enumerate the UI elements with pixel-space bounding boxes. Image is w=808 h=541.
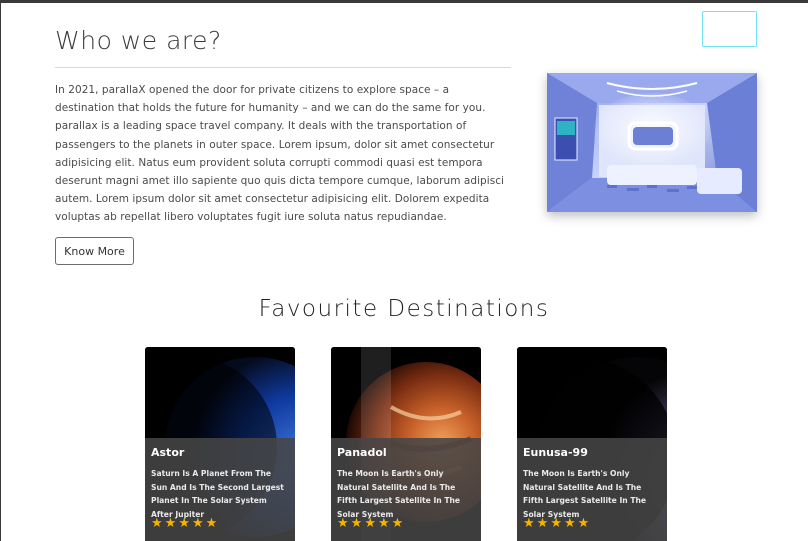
spaceship-interior-image xyxy=(547,73,757,212)
star-icon: ★ xyxy=(563,516,576,531)
star-rating: ★ ★ ★ ★ ★ xyxy=(151,517,217,530)
star-rating: ★ ★ ★ ★ ★ xyxy=(337,517,403,530)
card-title: Astor xyxy=(151,446,185,459)
star-icon: ★ xyxy=(391,516,404,531)
card-description: Saturn Is A Planet From The Sun And Is T… xyxy=(151,469,284,519)
know-more-button[interactable]: Know More xyxy=(55,237,134,265)
star-icon: ★ xyxy=(536,516,549,531)
about-paragraph: In 2021, parallaX opened the door for pr… xyxy=(55,84,505,224)
star-rating: ★ ★ ★ ★ ★ xyxy=(523,517,589,530)
star-icon: ★ xyxy=(164,516,177,531)
card-title: Eunusa-99 xyxy=(523,446,588,459)
star-icon: ★ xyxy=(523,516,535,531)
card-info-panel: Panadol The Moon Is Earth's Only Natural… xyxy=(331,438,481,541)
destination-card-eunusa-99[interactable]: Eunusa-99 The Moon Is Earth's Only Natur… xyxy=(517,347,667,541)
destination-card-astor[interactable]: Astor Saturn Is A Planet From The Sun An… xyxy=(145,347,295,541)
favourite-destinations-title: Favourite Destinations xyxy=(258,296,550,322)
star-icon: ★ xyxy=(577,516,590,531)
title-divider xyxy=(55,67,511,68)
destination-card-panadol[interactable]: Panadol The Moon Is Earth's Only Natural… xyxy=(331,347,481,541)
star-icon: ★ xyxy=(364,516,376,531)
star-icon: ★ xyxy=(205,516,218,531)
card-title: Panadol xyxy=(337,446,387,459)
about-title: Who we are? xyxy=(55,26,222,55)
star-icon: ★ xyxy=(550,516,562,531)
card-description: The Moon Is Earth's Only Natural Satelli… xyxy=(337,469,461,519)
star-icon: ★ xyxy=(191,516,204,531)
star-icon: ★ xyxy=(151,516,163,531)
card-info-panel: Astor Saturn Is A Planet From The Sun An… xyxy=(145,438,295,541)
star-icon: ★ xyxy=(350,516,363,531)
window-top-border xyxy=(0,0,808,3)
star-icon: ★ xyxy=(337,516,349,531)
card-description: The Moon Is Earth's Only Natural Satelli… xyxy=(523,469,647,519)
star-icon: ★ xyxy=(377,516,390,531)
window-left-border xyxy=(0,0,1,541)
card-info-panel: Eunusa-99 The Moon Is Earth's Only Natur… xyxy=(517,438,667,541)
header-outline-button[interactable] xyxy=(702,11,757,47)
star-icon: ★ xyxy=(178,516,190,531)
